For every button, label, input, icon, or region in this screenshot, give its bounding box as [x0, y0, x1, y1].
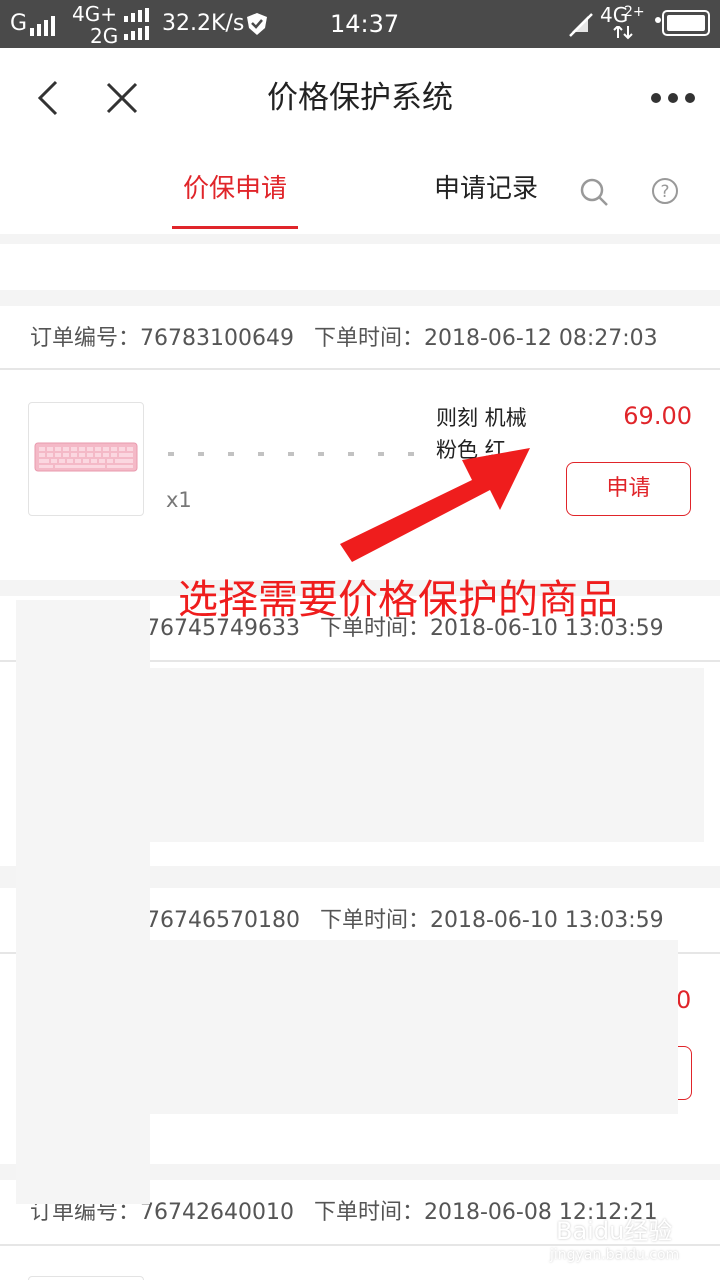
network-type-2g: 2G	[90, 24, 119, 48]
page-title: 价格保护系统	[267, 80, 453, 116]
redacted-area	[146, 668, 704, 842]
data-arrows-icon	[613, 26, 633, 40]
order-time-label: 下单时间：	[313, 1200, 424, 1225]
order-number: 76783100649	[140, 326, 294, 351]
product-price: 69.00	[623, 402, 692, 430]
redacted-strip	[16, 600, 150, 1204]
nav-bar: 价格保护系统	[0, 48, 720, 150]
product-price: 0	[676, 986, 692, 1014]
order-time: 2018-06-10 13:03:59	[429, 908, 664, 933]
signal-icon	[30, 16, 55, 36]
shield-icon	[247, 13, 267, 35]
search-icon[interactable]	[578, 176, 610, 208]
battery-dot-icon	[655, 17, 661, 23]
status-bar: G 4G+ 2G 32.2K/s 14:37 4G 2+	[0, 0, 720, 48]
tab-apply-records[interactable]: 申请记录	[424, 170, 548, 208]
watermark-brand: Baidu经验	[556, 1217, 673, 1245]
more-icon[interactable]	[650, 92, 696, 104]
carrier-label: G	[10, 11, 28, 36]
order-header: 订单编号：76783100649 下单时间：2018-06-12 08:27:03	[30, 324, 658, 354]
network-type-4g: 4G+	[72, 2, 117, 26]
product-image[interactable]	[28, 402, 144, 516]
order-time: 2018-06-12 08:27:03	[424, 326, 658, 351]
svg-text:?: ?	[660, 182, 669, 202]
signal-icon-2	[124, 8, 149, 40]
mute-icon	[569, 13, 593, 37]
watermark-url: jingyan.baidu.com	[550, 1247, 680, 1263]
annotation-arrow	[340, 448, 530, 562]
tab-bar: 价保申请 申请记录 ?	[0, 150, 720, 234]
keyboard-image	[34, 442, 138, 472]
apply-button[interactable]: 申请	[566, 462, 691, 516]
network-speed: 32.2K/s	[162, 11, 245, 36]
clock: 14:37	[330, 10, 400, 38]
order-number: 76746570180	[146, 908, 300, 933]
divider	[0, 368, 720, 370]
annotation-text: 选择需要价格保护的商品	[178, 577, 618, 623]
product-name-line1: 则刻 机械	[436, 406, 527, 430]
tab-price-protect-apply[interactable]: 价保申请	[172, 170, 298, 208]
network-sup: 2+	[624, 4, 645, 20]
spacer	[0, 244, 720, 290]
order-time-label: 下单时间：	[313, 326, 424, 351]
product-qty: x1	[166, 488, 192, 512]
help-icon[interactable]: ?	[650, 176, 680, 206]
order-header: 76746570180 下单时间：2018-06-10 13:03:59	[146, 906, 664, 936]
redacted-area	[146, 940, 678, 1114]
order-time-label: 下单时间：	[319, 908, 430, 933]
order-number-label: 订单编号：	[30, 326, 141, 351]
tab-active-indicator	[172, 226, 298, 229]
battery-icon	[662, 10, 710, 36]
order-number: 76742640010	[140, 1200, 294, 1225]
product-image[interactable]	[28, 1276, 144, 1280]
